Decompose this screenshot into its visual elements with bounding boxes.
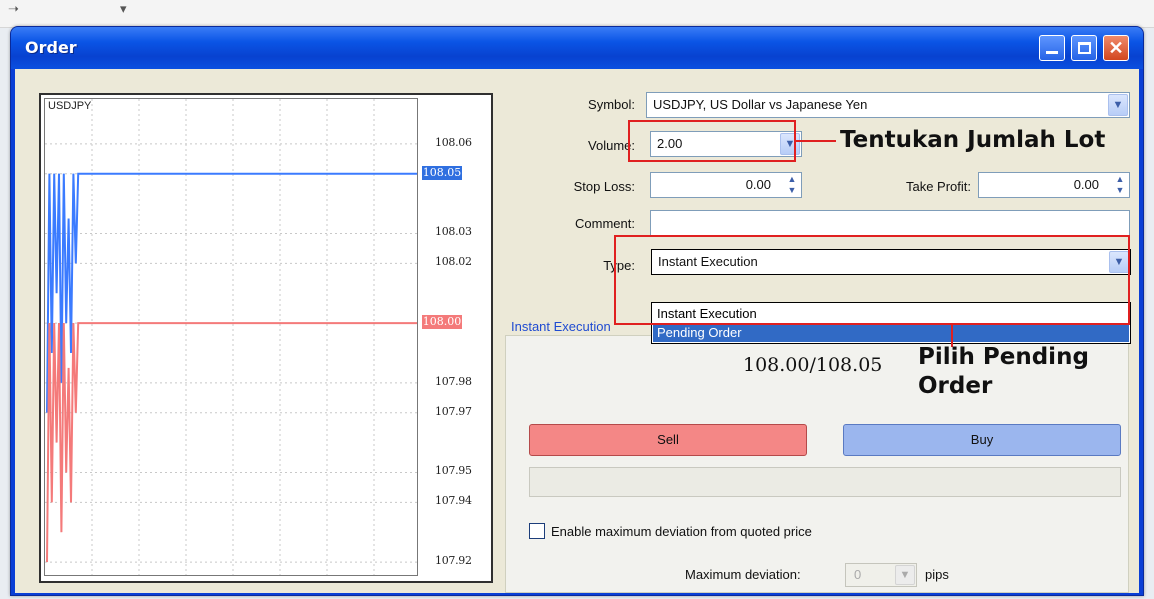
volume-highlight-box xyxy=(628,120,796,162)
price-tick-label: 107.94 xyxy=(435,494,472,508)
status-field xyxy=(529,467,1121,497)
comment-input[interactable] xyxy=(650,210,1130,236)
take-profit-value: 0.00 xyxy=(1073,177,1099,192)
maximize-button[interactable] xyxy=(1071,35,1097,61)
lot-annotation: Tentukan Jumlah Lot xyxy=(840,127,1106,153)
price-tick-label: 107.92 xyxy=(435,554,472,568)
minimize-icon xyxy=(1046,51,1058,54)
type-highlight-box xyxy=(614,235,1130,325)
close-icon: ✕ xyxy=(1108,38,1124,58)
stop-loss-value: 0.00 xyxy=(745,177,771,192)
take-profit-input[interactable]: 0.00 ▲ ▼ xyxy=(978,172,1130,198)
price-tick-label: 108.03 xyxy=(435,225,472,239)
type-option-pending[interactable]: Pending Order xyxy=(653,323,1129,342)
symbol-label: Symbol: xyxy=(588,97,635,112)
volume-callout-line xyxy=(796,140,836,142)
pending-annotation-line2: Order xyxy=(918,373,993,399)
symbol-value: USDJPY, US Dollar vs Japanese Yen xyxy=(653,97,868,112)
toolbar-arrow-icon: ➝ xyxy=(8,2,19,17)
symbol-select[interactable]: USDJPY, US Dollar vs Japanese Yen ▼ xyxy=(646,92,1130,118)
chart-symbol-label: USDJPY xyxy=(48,100,92,112)
price-tick-label: 107.95 xyxy=(435,464,472,478)
take-profit-label: Take Profit: xyxy=(905,179,971,194)
sell-button[interactable]: Sell xyxy=(529,424,807,456)
background-toolbar: ➝ ▾ xyxy=(0,0,1154,28)
tick-chart: USDJPY 108.06 108.03 108.02 107.98 107.97 107… xyxy=(39,93,493,583)
maximize-icon xyxy=(1078,42,1091,54)
price-tick-label: 107.98 xyxy=(435,374,472,388)
ask-price-marker: 108.05 xyxy=(422,165,462,180)
price-tick-label: 108.06 xyxy=(435,135,472,149)
bid-price-marker: 108.00 xyxy=(422,315,462,330)
spinner-icon[interactable]: ▲ ▼ xyxy=(784,174,800,196)
stop-loss-input[interactable]: 0.00 ▲ ▼ xyxy=(650,172,802,198)
bid-price-line xyxy=(46,322,417,563)
minimize-button[interactable] xyxy=(1039,35,1065,61)
price-tick-label: 108.02 xyxy=(435,255,472,269)
window-title: Order xyxy=(25,38,77,57)
bid-ask-quote: 108.00/108.05 xyxy=(743,354,883,376)
deviation-checkbox-label[interactable]: Enable maximum deviation from quoted pri… xyxy=(551,524,812,539)
pending-annotation-line1: Pilih Pending xyxy=(918,344,1089,370)
chart-svg xyxy=(45,99,417,575)
volume-label: Volume: xyxy=(588,138,635,153)
max-deviation-value: 0 xyxy=(854,567,862,582)
max-deviation-select[interactable]: 0 ▼ xyxy=(845,563,917,587)
chevron-down-icon[interactable]: ▼ xyxy=(1108,94,1128,116)
execution-group-label: Instant Execution xyxy=(511,319,611,334)
close-button[interactable]: ✕ xyxy=(1103,35,1129,61)
deviation-checkbox[interactable] xyxy=(529,523,545,539)
toolbar-dropdown-icon: ▾ xyxy=(120,2,127,17)
title-bar: Order ✕ xyxy=(11,27,1143,69)
pips-label: pips xyxy=(925,567,949,582)
price-tick-label: 107.97 xyxy=(435,404,472,418)
max-deviation-label: Maximum deviation: xyxy=(685,567,801,582)
comment-label: Comment: xyxy=(575,216,635,231)
buy-button[interactable]: Buy xyxy=(843,424,1121,456)
stop-loss-label: Stop Loss: xyxy=(573,179,635,194)
chevron-down-icon[interactable]: ▼ xyxy=(895,565,915,585)
chart-plot-area: USDJPY xyxy=(44,98,418,576)
spinner-icon[interactable]: ▲ ▼ xyxy=(1112,174,1128,196)
